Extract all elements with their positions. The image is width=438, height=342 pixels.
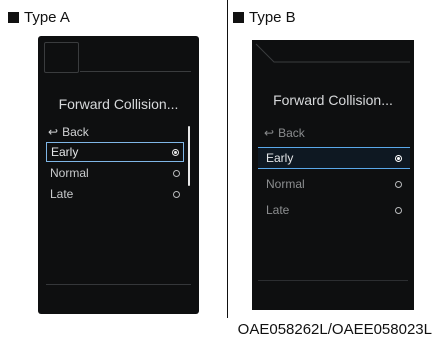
option-label: Normal: [50, 166, 89, 180]
back-label: Back: [62, 125, 89, 139]
radio-selected-icon: [395, 154, 402, 162]
option-label: Late: [266, 203, 290, 217]
type-a-heading: Type A: [8, 8, 70, 26]
radio-unselected-icon: [173, 190, 180, 198]
scrollbar[interactable]: [188, 126, 190, 186]
type-b-screen: Forward Collision... ↩ Back Early Normal…: [252, 40, 414, 310]
option-label: Normal: [266, 177, 305, 191]
radio-unselected-icon: [173, 169, 180, 177]
top-bezel-line: [255, 43, 410, 63]
option-label: Early: [266, 151, 294, 165]
radio-selected-icon: [172, 148, 179, 156]
option-normal[interactable]: Normal: [258, 173, 410, 195]
back-button[interactable]: ↩ Back: [264, 126, 305, 140]
option-early[interactable]: Early: [258, 147, 410, 169]
column-divider: [227, 0, 228, 318]
type-b-heading: Type B: [233, 8, 296, 26]
option-early[interactable]: Early: [46, 142, 184, 162]
figure-caption: OAE058262L/OAEE058023L: [237, 321, 432, 338]
screen-title: Forward Collision...: [58, 96, 179, 112]
status-box: [44, 42, 79, 73]
back-button[interactable]: ↩ Back: [48, 125, 89, 139]
bottom-divider: [258, 280, 408, 281]
type-a-heading-label: Type A: [24, 8, 70, 26]
option-late[interactable]: Late: [46, 184, 184, 204]
back-label: Back: [278, 126, 305, 140]
type-a-screen: Forward Collision... ↩ Back Early Normal…: [38, 36, 199, 314]
top-divider: [80, 71, 191, 72]
return-arrow-icon: ↩: [264, 126, 275, 140]
radio-unselected-icon: [395, 206, 402, 214]
return-arrow-icon: ↩: [48, 125, 59, 139]
bottom-divider: [46, 284, 191, 285]
type-b-heading-label: Type B: [249, 8, 296, 26]
option-label: Early: [51, 145, 79, 159]
radio-unselected-icon: [395, 180, 402, 188]
square-bullet-icon: [8, 11, 19, 23]
option-normal[interactable]: Normal: [46, 163, 184, 183]
screen-title: Forward Collision...: [273, 92, 393, 108]
square-bullet-icon: [233, 11, 244, 23]
option-label: Late: [50, 187, 74, 201]
option-late[interactable]: Late: [258, 199, 410, 221]
